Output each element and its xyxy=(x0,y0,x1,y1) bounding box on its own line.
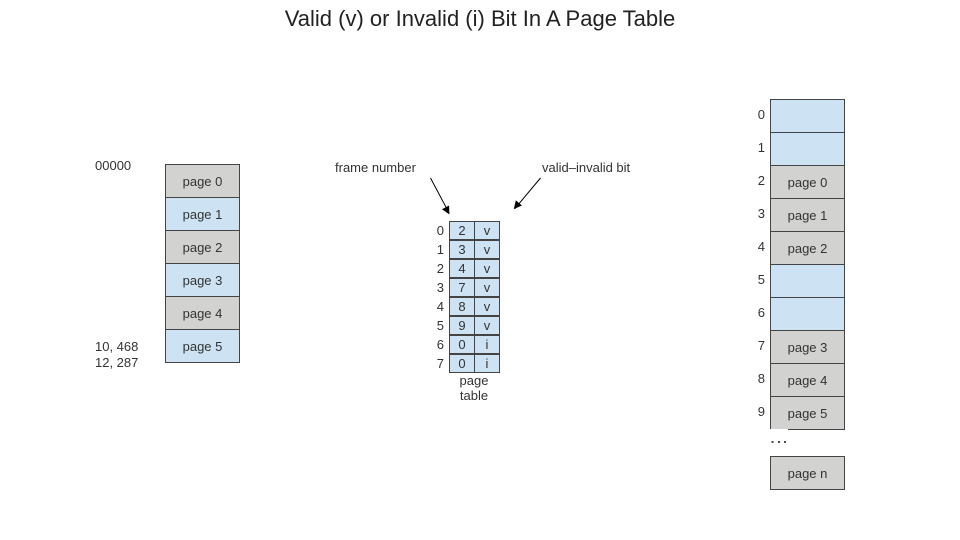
pm-content: page 1 xyxy=(788,208,828,223)
las-page: page 5 xyxy=(165,329,240,363)
pm-index: 2 xyxy=(749,173,765,188)
pm-content: page 5 xyxy=(788,406,828,421)
pt-valid-bit: i xyxy=(474,354,500,373)
las-page: page 3 xyxy=(165,263,240,297)
pt-valid-bit: v xyxy=(474,259,500,278)
pm-index: 3 xyxy=(749,206,765,221)
address-mid: 10, 468 xyxy=(95,339,138,354)
pt-valid-bit: v xyxy=(474,278,500,297)
pm-frame: 5 xyxy=(770,264,845,298)
pt-index: 7 xyxy=(420,356,450,371)
pt-row: 6 0 i xyxy=(420,335,500,354)
pt-index: 1 xyxy=(420,242,450,257)
pt-valid-bit: v xyxy=(474,240,500,259)
page-table-caption: page table xyxy=(444,373,504,403)
pt-frame: 4 xyxy=(449,259,475,278)
label-valid-invalid-bit: valid–invalid bit xyxy=(542,160,630,175)
pt-frame: 0 xyxy=(449,335,475,354)
pm-index: 9 xyxy=(749,404,765,419)
page-title: Valid (v) or Invalid (i) Bit In A Page T… xyxy=(0,6,960,32)
pm-frame: 1 xyxy=(770,132,845,166)
pt-valid-bit: v xyxy=(474,316,500,335)
label-frame-number: frame number xyxy=(335,160,416,175)
pm-index: 4 xyxy=(749,239,765,254)
pm-frame: 3page 1 xyxy=(770,198,845,232)
address-high: 12, 287 xyxy=(95,355,138,370)
pt-valid-bit: v xyxy=(474,297,500,316)
pm-frame: 9page 5 xyxy=(770,396,845,430)
las-page: page 2 xyxy=(165,230,240,264)
pt-row: 7 0 i xyxy=(420,354,500,373)
pt-index: 6 xyxy=(420,337,450,352)
pm-content: page 2 xyxy=(788,241,828,256)
pt-frame: 0 xyxy=(449,354,475,373)
pm-frame: 0 xyxy=(770,99,845,133)
arrow-icon xyxy=(514,178,540,209)
pm-index: 0 xyxy=(749,107,765,122)
pm-frame: 8page 4 xyxy=(770,363,845,397)
pm-content: page 4 xyxy=(788,373,828,388)
pt-row: 2 4 v xyxy=(420,259,500,278)
pt-frame: 2 xyxy=(449,221,475,240)
physical-memory: 0 1 2page 0 3page 1 4page 2 5 6 7page 3 … xyxy=(770,100,845,490)
las-page: page 4 xyxy=(165,296,240,330)
ellipsis-icon: ⋮ xyxy=(770,429,788,457)
pm-frame: 7page 3 xyxy=(770,330,845,364)
pt-frame: 8 xyxy=(449,297,475,316)
pm-index: 7 xyxy=(749,338,765,353)
pm-index: 6 xyxy=(749,305,765,320)
pm-frame: 4page 2 xyxy=(770,231,845,265)
pm-content: page 3 xyxy=(788,340,828,355)
las-page: page 1 xyxy=(165,197,240,231)
pm-content: page 0 xyxy=(788,175,828,190)
pt-row: 5 9 v xyxy=(420,316,500,335)
pt-index: 5 xyxy=(420,318,450,333)
pm-frame: 6 xyxy=(770,297,845,331)
pm-index: 1 xyxy=(749,140,765,155)
pt-frame: 7 xyxy=(449,278,475,297)
address-low: 00000 xyxy=(95,158,131,173)
pm-index: 5 xyxy=(749,272,765,287)
las-page: page 0 xyxy=(165,164,240,198)
pm-content: page n xyxy=(788,466,828,481)
pt-index: 0 xyxy=(420,223,450,238)
pt-index: 4 xyxy=(420,299,450,314)
arrow-icon xyxy=(430,178,450,214)
pt-index: 3 xyxy=(420,280,450,295)
pm-frame: 2page 0 xyxy=(770,165,845,199)
pt-index: 2 xyxy=(420,261,450,276)
pm-frame: page n xyxy=(770,456,845,490)
pt-row: 0 2 v xyxy=(420,221,500,240)
pt-row: 1 3 v xyxy=(420,240,500,259)
pt-row: 4 8 v xyxy=(420,297,500,316)
pt-valid-bit: v xyxy=(474,221,500,240)
pt-frame: 3 xyxy=(449,240,475,259)
pm-index: 8 xyxy=(749,371,765,386)
logical-address-space: page 0 page 1 page 2 page 3 page 4 page … xyxy=(165,165,240,363)
page-table: 0 2 v 1 3 v 2 4 v 3 7 v 4 8 v 5 9 v 6 0 … xyxy=(420,221,500,373)
pt-frame: 9 xyxy=(449,316,475,335)
pt-valid-bit: i xyxy=(474,335,500,354)
pt-row: 3 7 v xyxy=(420,278,500,297)
